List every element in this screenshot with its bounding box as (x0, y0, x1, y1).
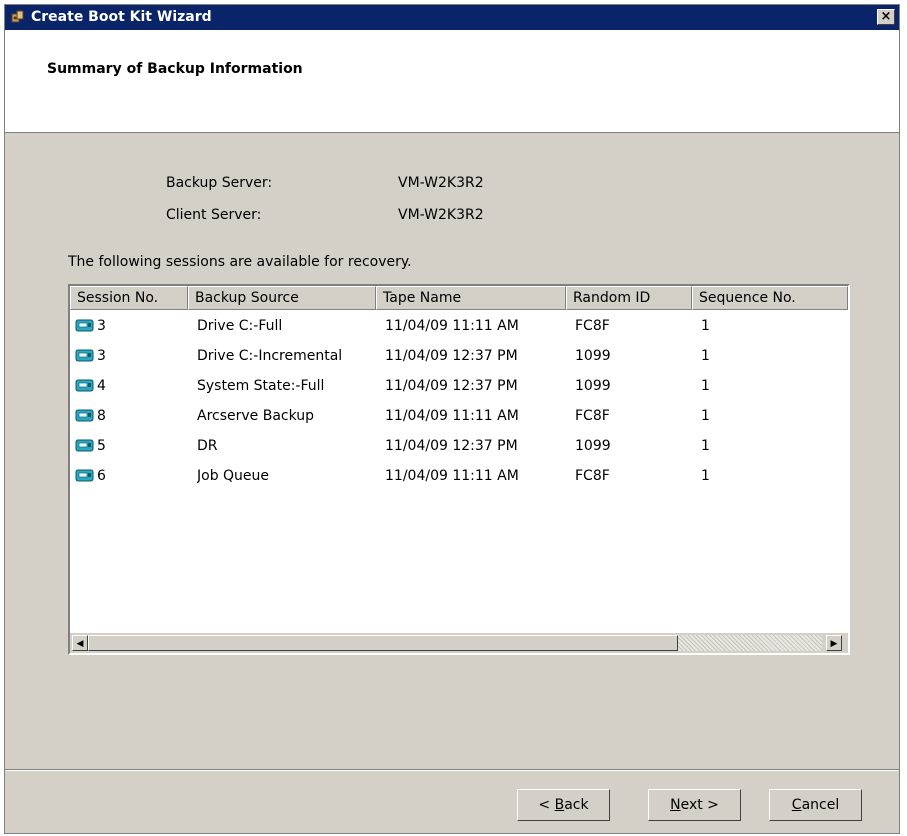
column-header-session-no[interactable]: Session No. (70, 286, 188, 310)
cell-session-no: 6 (97, 468, 106, 484)
cell-backup-source: System State:-Full (197, 378, 325, 394)
title-bar: Create Boot Kit Wizard × (5, 5, 899, 30)
cell-session-no: 3 (97, 318, 106, 334)
cell-random-id: FC8F (575, 468, 610, 484)
tape-session-icon (75, 469, 94, 482)
cell-backup-source: Drive C:-Incremental (197, 348, 343, 364)
cell-random-id: FC8F (575, 408, 610, 424)
cell-sequence-no: 1 (701, 438, 710, 454)
cell-random-id: FC8F (575, 318, 610, 334)
cell-session-no: 5 (97, 438, 106, 454)
table-row[interactable]: 4 System State:-Full 11/04/09 12:37 PM 1… (70, 372, 848, 402)
page-title: Summary of Backup Information (47, 61, 303, 77)
client-server-value: VM-W2K3R2 (398, 207, 484, 223)
column-header-random-id[interactable]: Random ID (566, 286, 692, 310)
column-header-sequence-no[interactable]: Sequence No. (692, 286, 848, 310)
cell-tape-name: 11/04/09 11:11 AM (385, 408, 519, 424)
wizard-window: Create Boot Kit Wizard × Summary of Back… (4, 4, 900, 834)
scroll-thumb[interactable] (88, 635, 678, 651)
cell-sequence-no: 1 (701, 378, 710, 394)
back-button-label: ack (564, 797, 589, 813)
cell-random-id: 1099 (575, 378, 611, 394)
wizard-app-icon (11, 10, 24, 23)
cell-tape-name: 11/04/09 12:37 PM (385, 438, 518, 454)
cell-random-id: 1099 (575, 348, 611, 364)
window-title: Create Boot Kit Wizard (31, 9, 212, 25)
back-button-prefix: < (538, 797, 555, 813)
sessions-intro-text: The following sessions are available for… (68, 254, 412, 270)
cell-backup-source: Job Queue (197, 468, 270, 484)
cell-sequence-no: 1 (701, 348, 710, 364)
cell-sequence-no: 1 (701, 318, 710, 334)
cell-sequence-no: 1 (701, 408, 710, 424)
scroll-left-button[interactable]: ◀ (72, 635, 88, 651)
table-row[interactable]: 3 Drive C:-Full 11/04/09 11:11 AM FC8F 1 (70, 312, 848, 342)
cell-session-no: 8 (97, 408, 106, 424)
scroll-right-button[interactable]: ▶ (826, 635, 842, 651)
next-button-label: ext > (680, 797, 719, 813)
back-button[interactable]: < Back (517, 789, 610, 821)
cell-tape-name: 11/04/09 11:11 AM (385, 468, 519, 484)
wizard-header: Summary of Backup Information (5, 30, 899, 133)
cell-sequence-no: 1 (701, 468, 710, 484)
tape-session-icon (75, 379, 94, 392)
cancel-button-label: ancel (801, 797, 840, 813)
client-server-label: Client Server: (166, 207, 262, 223)
backup-server-label: Backup Server: (166, 175, 273, 191)
tape-session-icon (75, 439, 94, 452)
cell-tape-name: 11/04/09 12:37 PM (385, 348, 518, 364)
cell-backup-source: Arcserve Backup (197, 408, 315, 424)
next-button[interactable]: Next > (648, 789, 741, 821)
column-header-backup-source[interactable]: Backup Source (188, 286, 376, 310)
cell-random-id: 1099 (575, 438, 611, 454)
cell-tape-name: 11/04/09 12:37 PM (385, 378, 518, 394)
cell-backup-source: Drive C:-Full (197, 318, 283, 334)
horizontal-scrollbar[interactable]: ◀ ▶ (70, 633, 848, 653)
sessions-list-view[interactable]: Session No. Backup Source Tape Name Rand… (68, 284, 850, 655)
backup-server-value: VM-W2K3R2 (398, 175, 484, 191)
scroll-track[interactable] (678, 635, 822, 651)
tape-session-icon (75, 349, 94, 362)
list-header: Session No. Backup Source Tape Name Rand… (70, 286, 848, 310)
cell-session-no: 4 (97, 378, 106, 394)
cancel-button-accelerator: C (791, 797, 802, 813)
table-row[interactable]: 8 Arcserve Backup 11/04/09 11:11 AM FC8F… (70, 402, 848, 432)
table-row[interactable]: 5 DR 11/04/09 12:37 PM 1099 1 (70, 432, 848, 462)
next-button-accelerator: N (670, 797, 681, 813)
cell-session-no: 3 (97, 348, 106, 364)
column-header-tape-name[interactable]: Tape Name (376, 286, 566, 310)
footer-divider (5, 769, 899, 771)
cancel-button[interactable]: Cancel (769, 789, 862, 821)
cell-backup-source: DR (197, 438, 218, 454)
back-button-accelerator: B (554, 797, 565, 813)
cell-tape-name: 11/04/09 11:11 AM (385, 318, 519, 334)
tape-session-icon (75, 319, 94, 332)
table-row[interactable]: 3 Drive C:-Incremental 11/04/09 12:37 PM… (70, 342, 848, 372)
tape-session-icon (75, 409, 94, 422)
close-button[interactable]: × (877, 9, 895, 25)
table-row[interactable]: 6 Job Queue 11/04/09 11:11 AM FC8F 1 (70, 462, 848, 492)
